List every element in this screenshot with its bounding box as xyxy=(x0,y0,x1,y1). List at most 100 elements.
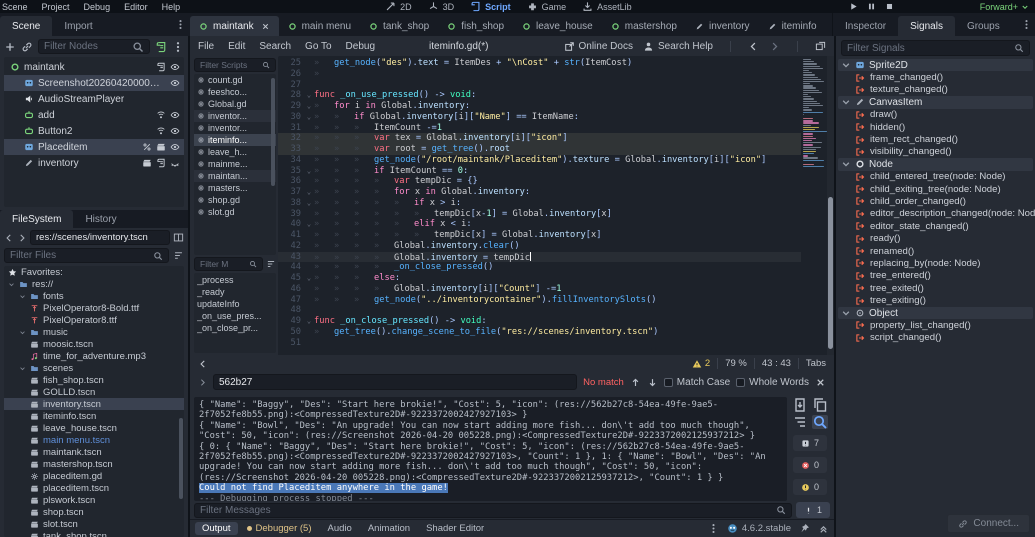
message-count-badge[interactable]: 7 xyxy=(793,435,827,451)
signal-hidden[interactable]: hidden() xyxy=(838,121,1033,133)
code-line-30[interactable]: 30⌄»»if Global.inventory[i]["Name"] == I… xyxy=(278,112,801,123)
scene-node-audiostreamplayer[interactable]: AudioStreamPlayer xyxy=(4,91,184,107)
file-row-res[interactable]: res:// xyxy=(4,278,184,290)
signal-item-rect-changed[interactable]: item_rect_changed() xyxy=(838,133,1033,145)
code-line-44[interactable]: 44»»»»_on_close_pressed() xyxy=(278,262,801,273)
code-line-36[interactable]: 36»»»»var tempDic = {} xyxy=(278,176,801,187)
output-line[interactable]: { "Name": "Bowl", "Des": "An upgrade! Yo… xyxy=(199,421,782,442)
split-view-icon[interactable] xyxy=(173,232,184,243)
code-line-46[interactable]: 46»»»»Global.inventory[i]["Count"] -=1 xyxy=(278,284,801,295)
signal-property-list-changed[interactable]: property_list_changed() xyxy=(838,319,1033,331)
signal-child-order-changed[interactable]: child_order_changed() xyxy=(838,195,1033,207)
code-line-39[interactable]: 39»»»»»»tempDic[x-1] = Global.inventory[… xyxy=(278,209,801,220)
menu-scene[interactable]: Scene xyxy=(2,2,28,12)
output-search-icon[interactable] xyxy=(812,415,828,429)
connect-signal-button[interactable]: Connect... xyxy=(947,514,1030,533)
find-previous-icon[interactable] xyxy=(630,377,641,388)
output-line[interactable]: --- Debugging process stopped --- xyxy=(199,494,782,501)
method-item-updateinfo[interactable]: updateInfo xyxy=(197,299,273,311)
script-menu-go-to[interactable]: Go To xyxy=(305,41,332,52)
script-icon[interactable] xyxy=(156,158,166,168)
eye-icon[interactable] xyxy=(170,126,180,136)
scene-tab-tank-shop[interactable]: tank_shop xyxy=(360,16,438,36)
indent-mode[interactable]: Tabs xyxy=(806,358,826,369)
dock-tab-scene[interactable]: Scene xyxy=(0,16,52,36)
fs-tab-history[interactable]: History xyxy=(73,210,128,228)
history-back-icon[interactable] xyxy=(4,233,14,243)
scene-tab-main-menu[interactable]: main menu xyxy=(279,16,360,36)
code-line-32[interactable]: 32»»»var tex = Global.inventory[i]["icon… xyxy=(278,133,801,144)
collapse-duplicates-icon[interactable] xyxy=(792,415,808,429)
bottom-tab-debugger-5[interactable]: Debugger (5) xyxy=(240,522,319,535)
fold-arrow-icon[interactable]: ⌄ xyxy=(304,166,314,177)
fold-arrow-icon[interactable]: ⌄ xyxy=(304,219,314,230)
file-row-pixeloperator8-bold-ttf[interactable]: PixelOperator8-Bold.ttf xyxy=(4,302,184,314)
add-node-icon[interactable] xyxy=(4,41,16,53)
filesystem-scrollbar[interactable] xyxy=(179,418,183,499)
file-row-inventory-tscn[interactable]: inventory.tscn xyxy=(4,398,184,410)
match-case-checkbox[interactable] xyxy=(664,378,673,387)
file-row-plswork-tscn[interactable]: plswork.tscn xyxy=(4,494,184,506)
warnings-indicator[interactable]: 2 xyxy=(692,358,710,369)
file-row-mastershop-tscn[interactable]: mastershop.tscn xyxy=(4,458,184,470)
signal-tree-exiting[interactable]: tree_exiting() xyxy=(838,294,1033,306)
signal-tree-exited[interactable]: tree_exited() xyxy=(838,282,1033,294)
file-row-placeditem-gd[interactable]: placeditem.gd xyxy=(4,470,184,482)
search-help-button[interactable]: Search Help xyxy=(643,41,713,52)
output-line[interactable]: { 0: { "Name": "Baggy", "Des": "Start he… xyxy=(199,442,782,484)
file-row-maintank-tscn[interactable]: maintank.tscn xyxy=(4,446,184,458)
method-item-on-use-pres[interactable]: _on_use_pres... xyxy=(197,311,273,323)
sort-files-icon[interactable] xyxy=(173,250,184,261)
code-line-33[interactable]: 33»»»var root = get_tree().root xyxy=(278,144,801,155)
file-row-leave-house-tscn[interactable]: leave_house.tscn xyxy=(4,422,184,434)
zoom-level[interactable]: 79 % xyxy=(725,358,747,369)
code-line-48[interactable]: 48 xyxy=(278,305,801,316)
menu-help[interactable]: Help xyxy=(162,2,181,12)
code-line-28[interactable]: 28⌄func _on_use_pressed() -> void: xyxy=(278,90,801,101)
signal-visibility-changed[interactable]: visibility_changed() xyxy=(838,146,1033,158)
signal-tree-entered[interactable]: tree_entered() xyxy=(838,270,1033,282)
play-scene-icon[interactable] xyxy=(921,2,930,11)
bottom-tab-audio[interactable]: Audio xyxy=(321,522,359,535)
dock-tab-groups[interactable]: Groups xyxy=(955,16,1012,36)
clapper-icon[interactable] xyxy=(156,142,166,152)
signal-category-object[interactable]: Object xyxy=(838,307,1033,319)
movie-maker-icon[interactable] xyxy=(957,2,966,11)
file-row-tank-shop-tscn[interactable]: tank_shop.tscn xyxy=(4,530,184,537)
code-line-38[interactable]: 38⌄»»»»»if x > i: xyxy=(278,198,801,209)
filter-methods-input[interactable]: Filter M xyxy=(194,257,263,271)
attach-script-icon[interactable] xyxy=(155,41,167,53)
scene-node-button2[interactable]: Button2 xyxy=(4,123,184,139)
script-item-iteminfo[interactable]: iteminfo... xyxy=(194,134,276,146)
scene-node-screenshot20260420000809[interactable]: Screenshot20260420000809 xyxy=(4,75,184,91)
code-line-47[interactable]: 47»»»get_node("../inventorycontainer").f… xyxy=(278,295,801,306)
dock-tab-import[interactable]: Import xyxy=(52,16,104,36)
script-icon[interactable] xyxy=(156,62,166,72)
script-menu-debug[interactable]: Debug xyxy=(346,41,375,52)
workspace-game[interactable]: Game xyxy=(527,1,567,12)
sort-methods-icon[interactable] xyxy=(266,259,276,269)
copy-output-icon[interactable] xyxy=(812,398,828,412)
signal-frame-changed[interactable]: frame_changed() xyxy=(838,71,1033,83)
play-icon[interactable] xyxy=(849,2,858,11)
filter-scripts-input[interactable]: Filter Scripts xyxy=(194,58,276,72)
online-docs-button[interactable]: Online Docs xyxy=(564,41,633,52)
output-line[interactable]: Could not find Placeditem anywhere in th… xyxy=(199,483,782,493)
code-line-31[interactable]: 31»»»ItemCount -=1 xyxy=(278,123,801,134)
script-item-masters[interactable]: masters... xyxy=(194,182,276,194)
script-item-shop-gd[interactable]: shop.gd xyxy=(194,194,276,206)
scene-node-add[interactable]: add xyxy=(4,107,184,123)
file-row-pixeloperator8-ttf[interactable]: PixelOperator8.ttf xyxy=(4,314,184,326)
script-item-mainme[interactable]: mainme... xyxy=(194,158,276,170)
error-count-badge[interactable]: 0 xyxy=(793,457,827,473)
file-row-shop-tscn[interactable]: shop.tscn xyxy=(4,506,184,518)
script-item-inventor[interactable]: inventor... xyxy=(194,122,276,134)
fold-arrow-icon[interactable]: ⌄ xyxy=(304,187,314,198)
script-item-maintan[interactable]: maintan... xyxy=(194,170,276,182)
percent-icon[interactable] xyxy=(142,142,152,152)
workspace-2d[interactable]: 2D xyxy=(385,1,412,12)
fold-arrow-icon[interactable]: ⌄ xyxy=(304,112,314,123)
play-remote-icon[interactable] xyxy=(903,2,912,11)
script-menu-file[interactable]: File xyxy=(198,41,214,52)
pin-bottom-panel-icon[interactable] xyxy=(799,523,810,534)
